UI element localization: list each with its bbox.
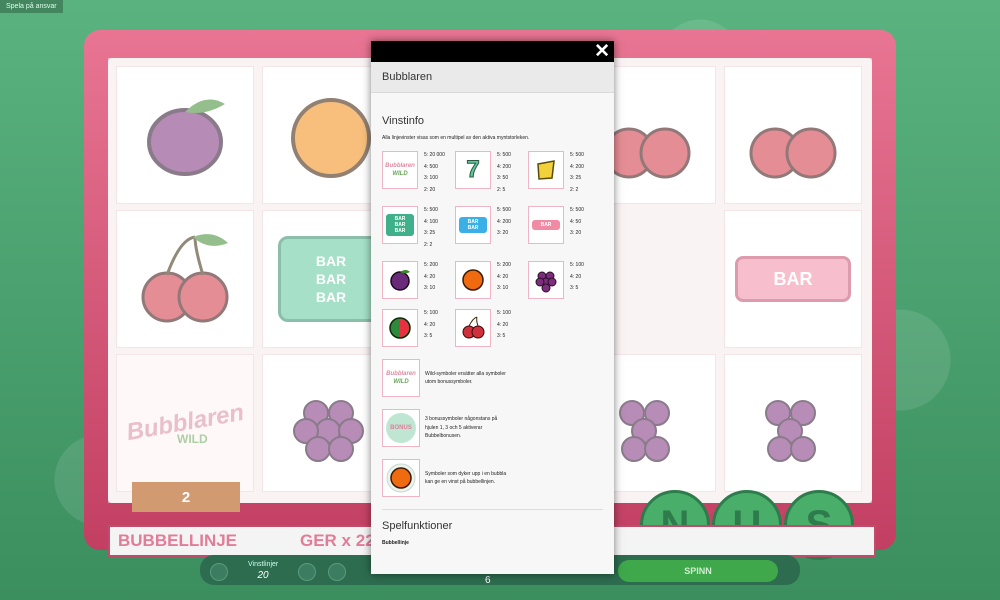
bar-pink-symbol-icon: BAR	[528, 206, 564, 244]
paytable-item-seven: 7 5: 500 4: 200 3: 50 2: 5	[455, 151, 528, 196]
pay-watermelon-4: 4: 20	[424, 321, 436, 328]
bubble-description: Symboler som dyker upp i en bubbla kan g…	[425, 470, 507, 486]
coin-decrease-button[interactable]	[210, 563, 228, 581]
pay-cherry-5: 5: 100	[497, 310, 511, 316]
pay-bar-green-3: 3: 25	[424, 230, 436, 236]
lines-increase-button[interactable]	[298, 563, 316, 581]
bonus-symbol-icon: BONUS	[382, 409, 420, 447]
bubbellinje-label: BUBBELLINJE	[118, 531, 238, 550]
pay-seven-5: 5: 500	[497, 152, 511, 158]
modal-title: Bubblaren	[371, 62, 614, 93]
wild-icon-text-2: Bubblaren	[386, 371, 416, 377]
seven-symbol-icon: 7	[455, 151, 491, 189]
paytable-item-grapes: 5: 100 4: 20 3: 5	[528, 261, 601, 299]
watermelon-symbol-icon	[382, 309, 418, 347]
pay-bell-3: 3: 25	[570, 175, 582, 181]
pay-grapes-5: 5: 100	[570, 262, 584, 268]
pay-watermelon-5: 5: 100	[424, 310, 438, 316]
paylines-value: 20	[257, 570, 269, 581]
plum-symbol-icon	[382, 261, 418, 299]
pay-plum-4: 4: 20	[424, 273, 436, 280]
paytable-modal[interactable]: ✕ Bubblaren Vinstinfo Alla linjevinster …	[371, 41, 614, 574]
wild-description: Wild-symboler ersätter alla symboler uto…	[425, 370, 506, 386]
seven-icon-text: 7	[466, 156, 480, 184]
pay-wild-5: 5: 20 000	[424, 152, 445, 158]
paylines-label: Vinstlinjer	[248, 561, 279, 568]
pay-bar-pink-5: 5: 500	[570, 207, 584, 213]
pay-plum-5: 5: 200	[424, 262, 438, 268]
pay-bar-green-2: 2: 2	[424, 241, 433, 248]
spelfunktioner-title: Spelfunktioner	[382, 520, 453, 532]
bar-pink-l1: BAR	[540, 222, 552, 228]
wild-info-row: Bubblaren WILD Wild-symboler ersätter all…	[382, 359, 603, 397]
bubble-counter: 2	[132, 482, 240, 512]
pay-wild-4: 4: 500	[424, 163, 438, 170]
pay-bar-pink-3: 3: 20	[570, 230, 582, 236]
bet-decrease-button[interactable]	[328, 563, 346, 581]
multiplier-label: GER x 22	[300, 531, 375, 550]
pay-orange-4: 4: 20	[497, 273, 509, 280]
spin-button[interactable]: SPINN	[618, 560, 778, 582]
bar-green-symbol-icon: BAR BAR BAR	[382, 206, 418, 244]
section-divider	[382, 509, 603, 510]
pay-bar-blue-4: 4: 200	[497, 218, 511, 225]
pay-seven-4: 4: 200	[497, 163, 511, 170]
cherry-symbol-icon	[455, 309, 491, 347]
pay-seven-3: 3: 50	[497, 175, 509, 181]
paytable-grid: Bubblaren WILD 5: 20 000 4: 500 3: 100 2:…	[382, 151, 603, 347]
pay-seven-2: 2: 5	[497, 186, 506, 193]
paytable-item-plum: 5: 200 4: 20 3: 10	[382, 261, 455, 299]
paytable-item-bell: 5: 500 4: 200 3: 25 2: 2	[528, 151, 601, 196]
pay-bar-blue-5: 5: 500	[497, 207, 511, 213]
wild-symbol-icon: Bubblaren WILD	[382, 359, 420, 397]
bubbellinje-subtitle: Bubbellinje	[382, 540, 409, 546]
paytable-item-bar-blue: BAR BAR 5: 500 4: 200 3: 20	[455, 206, 528, 251]
level-indicator: 6	[485, 575, 491, 586]
pay-bell-5: 5: 500	[570, 152, 584, 158]
vinstinfo-title: Vinstinfo	[382, 115, 424, 127]
orange-symbol-icon	[455, 261, 491, 299]
pay-orange-5: 5: 200	[497, 262, 511, 268]
paytable-item-cherry: 5: 100 4: 20 3: 5	[455, 309, 528, 347]
pay-wild-2: 2: 20	[424, 186, 436, 193]
wild-icon-sub: WILD	[392, 171, 408, 177]
close-icon[interactable]: ✕	[594, 42, 610, 61]
pay-bell-4: 4: 200	[570, 163, 584, 170]
paytable-item-bar-green: BAR BAR BAR 5: 500 4: 100 3: 25 2: 2	[382, 206, 455, 251]
pay-bar-green-5: 5: 500	[424, 207, 438, 213]
pay-wild-3: 3: 100	[424, 175, 438, 181]
bar-green-l3: BAR	[394, 228, 406, 234]
bonus-icon-text: BONUS	[386, 413, 416, 443]
bonus-info-row: BONUS 3 bonussymboler någonstans på hjul…	[382, 409, 603, 447]
pay-bar-green-4: 4: 100	[424, 218, 438, 225]
modal-top-bar: ✕	[371, 41, 614, 62]
wild-symbol-icon: Bubblaren WILD	[382, 151, 418, 189]
pay-bar-pink-4: 4: 50	[570, 218, 582, 225]
paytable-item-bar-pink: BAR 5: 500 4: 50 3: 20	[528, 206, 601, 251]
pay-bell-2: 2: 2	[570, 186, 579, 193]
bell-symbol-icon	[528, 151, 564, 189]
bubble-symbol-icon	[382, 459, 420, 497]
paytable-item-watermelon: 5: 100 4: 20 3: 5	[382, 309, 455, 347]
wild-icon-sub-2: WILD	[393, 379, 409, 385]
bar-blue-l2: BAR	[467, 225, 479, 231]
bubble-info-row: Symboler som dyker upp i en bubbla kan g…	[382, 459, 603, 497]
paytable-item-wild: Bubblaren WILD 5: 20 000 4: 500 3: 100 2:…	[382, 151, 455, 196]
pay-grapes-3: 3: 5	[570, 285, 579, 291]
bonus-description: 3 bonussymboler någonstans på hjulen 1, …	[425, 416, 498, 440]
wild-icon-text: Bubblaren	[385, 163, 415, 169]
pay-bar-blue-3: 3: 20	[497, 230, 509, 236]
bar-blue-symbol-icon: BAR BAR	[455, 206, 491, 244]
modal-body[interactable]: Vinstinfo Alla linjevinster visas som en…	[371, 115, 614, 546]
pay-cherry-4: 4: 20	[497, 321, 509, 328]
pay-grapes-4: 4: 20	[570, 273, 582, 280]
pay-orange-3: 3: 10	[497, 285, 509, 291]
pay-plum-3: 3: 10	[424, 285, 436, 291]
pay-watermelon-3: 3: 5	[424, 333, 433, 339]
paytable-item-orange: 5: 200 4: 20 3: 10	[455, 261, 528, 299]
responsible-gaming-note[interactable]: Spela på ansvar	[0, 0, 63, 13]
pay-cherry-3: 3: 5	[497, 333, 506, 339]
vinstinfo-intro: Alla linjevinster visas som en multipel …	[382, 135, 530, 141]
grapes-symbol-icon	[528, 261, 564, 299]
